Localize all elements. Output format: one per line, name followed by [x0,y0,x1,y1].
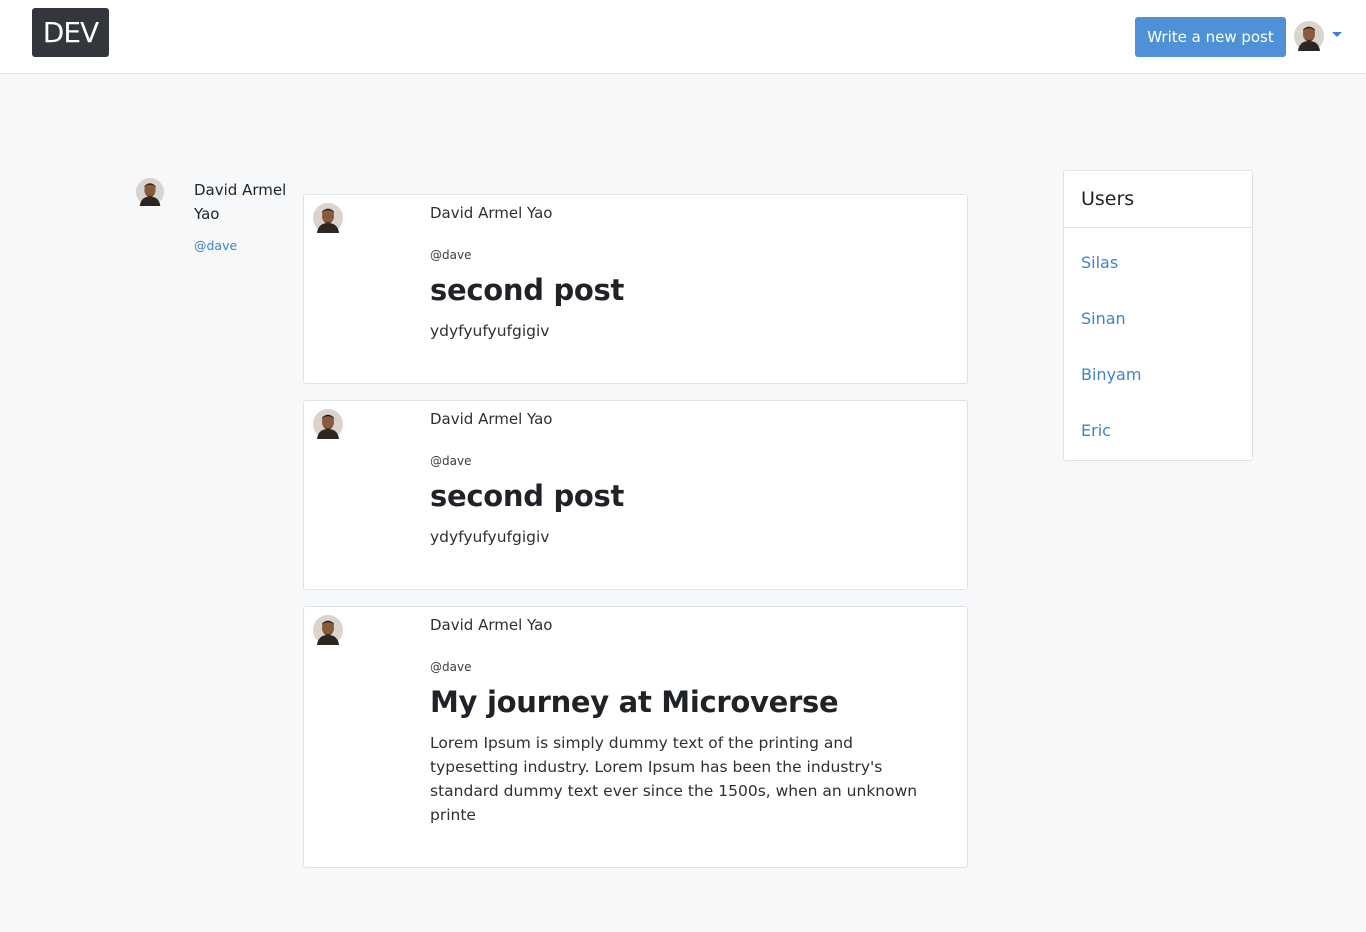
post-author-name: David Armel Yao [430,410,553,428]
post-author-name: David Armel Yao [430,616,553,634]
post-body: Lorem Ipsum is simply dummy text of the … [430,734,918,824]
write-new-post-button[interactable]: Write a new post [1135,17,1286,57]
user-link-binyam[interactable]: Binyam [1081,365,1141,384]
post-card: David Armel Yao @dave second post ydyfyu… [303,194,968,384]
post-author-avatar [313,615,343,645]
avatar-icon [136,178,164,206]
avatar-icon [313,615,343,645]
profile-avatar [136,178,164,206]
top-navbar: DEV Write a new post [0,0,1366,74]
avatar-icon [1294,21,1324,51]
user-link-eric[interactable]: Eric [1081,421,1111,440]
user-avatar-menu[interactable] [1294,21,1324,51]
post-author-avatar [313,203,343,233]
post-title[interactable]: second post [430,273,624,307]
chevron-down-icon[interactable] [1332,32,1342,37]
user-link-silas[interactable]: Silas [1081,253,1118,272]
user-link-sinan[interactable]: Sinan [1081,309,1126,328]
post-title[interactable]: second post [430,479,624,513]
post-author-handle: @dave [430,660,472,674]
profile-name: David Armel Yao [194,181,287,223]
post-body: ydyfyufyufgigiv [430,528,550,546]
post-title[interactable]: My journey at Microverse [430,685,839,719]
avatar-icon [313,203,343,233]
post-author-handle: @dave [430,248,472,262]
dev-logo[interactable]: DEV [32,8,109,57]
post-card: David Armel Yao @dave My journey at Micr… [303,606,968,868]
post-author-name: David Armel Yao [430,204,553,222]
avatar-icon [313,409,343,439]
post-author-handle: @dave [430,454,472,468]
users-panel: Users Silas Sinan Binyam Eric [1063,170,1253,461]
post-card: David Armel Yao @dave second post ydyfyu… [303,400,968,590]
users-panel-title: Users [1064,171,1252,228]
post-author-avatar [313,409,343,439]
post-body: ydyfyufyufgigiv [430,322,550,340]
profile-handle-link[interactable]: @dave [194,238,237,253]
